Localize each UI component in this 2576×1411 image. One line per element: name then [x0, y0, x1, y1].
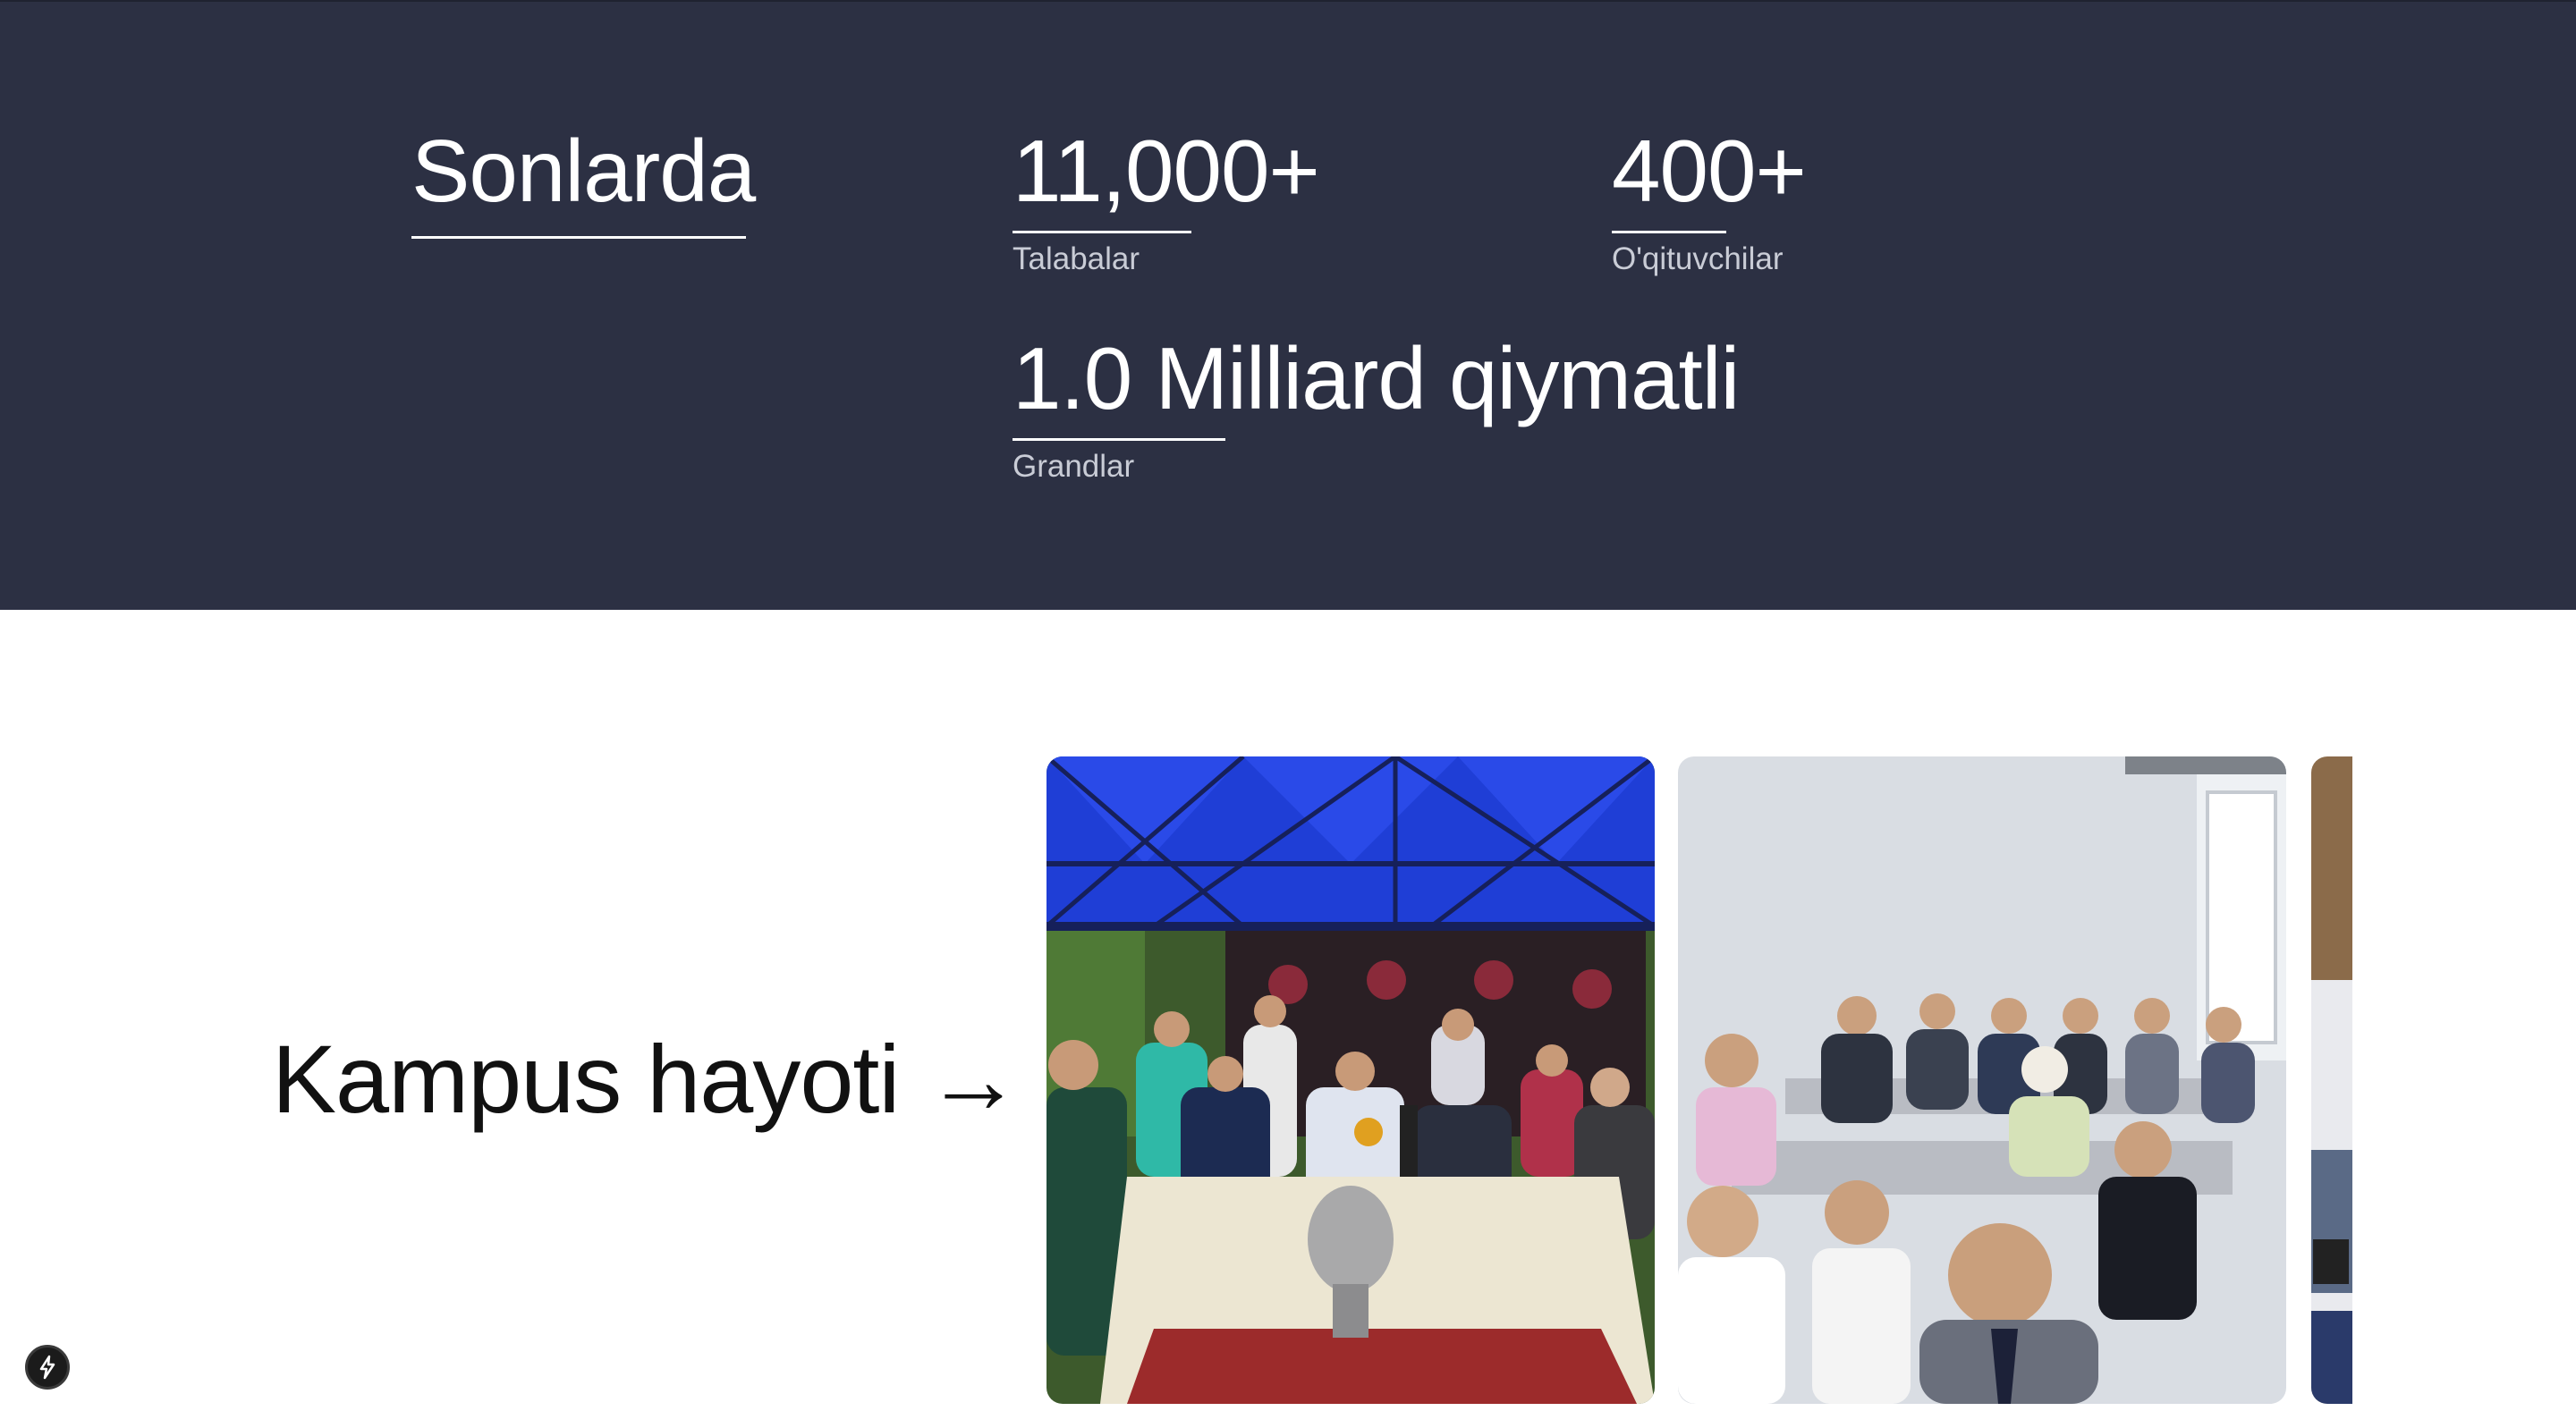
campus-photo-poster[interactable]	[2311, 756, 2352, 1404]
stat-teachers-value: 400+	[1612, 122, 1807, 220]
classroom-photo-image	[1678, 756, 2286, 1404]
campus-life-link[interactable]: Kampus hayoti →	[272, 1026, 1021, 1133]
campus-photo-gallery[interactable]	[1046, 756, 2352, 1411]
stat-grants-label: Grandlar	[1013, 449, 1135, 484]
stat-grants-rule	[1013, 438, 1225, 441]
lightning-bolt-icon	[39, 1355, 55, 1380]
stat-students-label: Talabalar	[1013, 241, 1140, 276]
poster-photo-image	[2311, 756, 2352, 1404]
stats-heading: Sonlarda	[411, 122, 756, 220]
stats-section: Sonlarda 11,000+ Talabalar 400+ O'qituvc…	[0, 0, 2576, 610]
campus-photo-classroom[interactable]	[1678, 756, 2286, 1404]
stat-students-rule	[1013, 231, 1191, 233]
stat-grants-value: 1.0 Milliard qiymatli	[1013, 329, 1740, 427]
stats-heading-underline	[411, 236, 746, 239]
campus-photo-celebration[interactable]	[1046, 756, 1655, 1404]
stat-students-value: 11,000+	[1013, 122, 1320, 220]
floating-action-button[interactable]	[25, 1345, 70, 1390]
celebration-photo-image	[1046, 756, 1655, 1404]
stat-teachers-label: O'qituvchilar	[1612, 241, 1784, 276]
stat-teachers-rule	[1612, 231, 1726, 233]
